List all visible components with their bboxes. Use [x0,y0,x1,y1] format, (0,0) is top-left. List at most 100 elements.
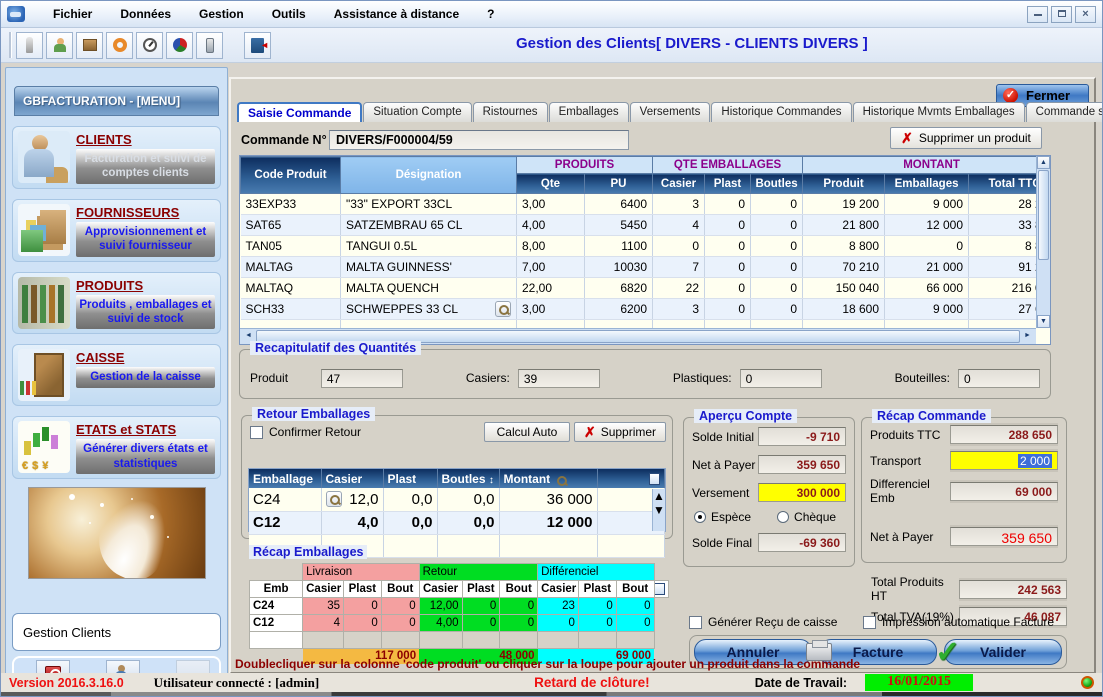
tab-historique-mvmts[interactable]: Historique Mvmts Emballages [853,102,1025,122]
cell-pu[interactable]: 1100 [585,236,653,257]
plastiques-total-field[interactable]: 0 [740,369,822,388]
cell-emballages[interactable]: 9 000 [885,194,969,215]
cell-dif-casier[interactable]: 23 [538,598,579,615]
cell-emballages[interactable]: 12 000 [885,215,969,236]
cell-boutles[interactable]: 0 [751,299,803,320]
cell-produit[interactable]: 8 800 [803,236,885,257]
cell-emballages[interactable]: 66 000 [885,278,969,299]
close-button[interactable]: × [1075,6,1096,23]
menu-assistance[interactable]: Assistance à distance [320,4,473,24]
tab-commande-speciale[interactable]: Commande spéciale [1026,102,1103,122]
table-row[interactable]: C24 12,0 0,0 0,0 36 000 [249,488,665,511]
espece-radio[interactable]: Espèce [694,510,751,524]
sidebar-item-clients[interactable]: CLIENTS Facturation et suivi de comptes … [12,126,221,189]
cell-designation[interactable]: TANGUI 0.5L [341,236,517,257]
cell-designation[interactable]: "33" EXPORT 33CL [341,194,517,215]
col-total-ttc[interactable]: Total TTC [969,174,1036,194]
cell-code[interactable]: TAN05 [241,236,341,257]
supprimer-produit-button[interactable]: ✗ Supprimer un produit [890,127,1042,149]
col-plast[interactable]: Plast [383,469,437,488]
cell-code[interactable]: 33EXP33 [241,194,341,215]
cell-liv-casier[interactable]: 4 [303,615,344,632]
cell-liv-plast[interactable]: 0 [343,615,381,632]
cell-produit[interactable]: 18 600 [803,299,885,320]
impression-auto-checkbox[interactable] [863,616,876,629]
confirmer-retour-checkbox[interactable] [250,426,263,439]
sidebar-item-etats[interactable]: €$¥ ETATS et STATS Générer divers états … [12,416,221,479]
cell-qte[interactable]: 4,00 [517,215,585,236]
col-code-produit[interactable]: Code Produit [241,157,341,194]
minimize-button[interactable] [1027,6,1048,23]
cell-casier[interactable]: 12,0 [321,488,383,511]
sidebar-item-caisse[interactable]: CAISSE Gestion de la caisse [12,344,221,406]
versement-input[interactable]: 300 000 [758,483,846,502]
cell-ret-plast[interactable]: 0 [462,598,500,615]
cell-produit[interactable]: 21 800 [803,215,885,236]
cell-emballages[interactable]: 21 000 [885,257,969,278]
col-boutles[interactable]: Boutles [751,174,803,194]
cell-dif-bout[interactable]: 0 [616,615,654,632]
cell-plast[interactable]: 0 [705,257,751,278]
scroll-thumb[interactable] [1038,170,1049,260]
col-casier[interactable]: Casier [321,469,383,488]
tab-situation-compte[interactable]: Situation Compte [363,102,471,122]
sidebar-item-produits[interactable]: PRODUITS Produits , emballages et suivi … [12,272,221,335]
cell-emballages[interactable]: 9 000 [885,299,969,320]
cell-qte[interactable]: 8,00 [517,236,585,257]
col-plast[interactable]: Plast [705,174,751,194]
cell-emb[interactable]: C24 [250,598,303,615]
cell-plast[interactable]: 0 [705,215,751,236]
cell-plast[interactable]: 0 [705,278,751,299]
cell-liv-bout[interactable]: 0 [381,598,419,615]
cell-ret-bout[interactable]: 0 [500,615,538,632]
sort-icon[interactable]: ↕ [489,475,494,486]
menu-fichier[interactable]: Fichier [39,4,106,24]
cell-code[interactable]: MALTAG [241,257,341,278]
cell-montant[interactable]: 36 000 [499,488,597,511]
cheque-radio[interactable]: Chèque [777,510,836,524]
toolbar-phone-button[interactable] [196,32,223,59]
table-row-empty[interactable] [250,632,669,649]
vertical-scrollbar[interactable]: ▲ ▼ [652,489,665,531]
menu-outils[interactable]: Outils [258,4,320,24]
generer-recu-checkbox[interactable] [689,616,702,629]
cell-liv-plast[interactable]: 0 [343,598,381,615]
search-icon[interactable] [554,473,566,485]
supprimer-retour-button[interactable]: ✗Supprimer [574,422,666,442]
cell-designation[interactable]: MALTA GUINNESS' [341,257,517,278]
menu-aide[interactable]: ? [473,4,508,24]
vertical-scrollbar[interactable]: ▲ ▼ [1036,156,1050,328]
cell-casier[interactable]: 3 [653,299,705,320]
cell-ret-bout[interactable]: 0 [500,598,538,615]
cell-produit[interactable]: 70 210 [803,257,885,278]
table-row[interactable]: C24 35 0 0 12,00 0 0 23 0 0 [250,598,669,615]
col-boutles[interactable]: Boutles ↕ [437,469,499,488]
toolbar-key-button[interactable] [16,32,43,59]
cell-ret-plast[interactable]: 0 [462,615,500,632]
cell-ret-casier[interactable]: 12,00 [419,598,462,615]
scroll-down-icon[interactable]: ▼ [653,503,665,517]
cell-boutles[interactable]: 0,0 [437,511,499,534]
col-produit[interactable]: Produit [803,174,885,194]
cell-total-ttc[interactable]: 27 600 [969,299,1036,320]
scroll-down-icon[interactable]: ▼ [1037,315,1050,328]
table-row[interactable]: MALTAG MALTA GUINNESS' 7,00 10030 7 0 0 … [241,257,1037,278]
cell-boutles[interactable]: 0 [751,236,803,257]
cell-total-ttc[interactable]: 216 040 [969,278,1036,299]
col-qte[interactable]: Qte [517,174,585,194]
menu-gestion[interactable]: Gestion [185,4,258,24]
cell-emballage[interactable]: C24 [249,488,321,511]
tab-historique-commandes[interactable]: Historique Commandes [711,102,851,122]
col-emballage[interactable]: Emballage [249,469,321,488]
cell-produit[interactable]: 19 200 [803,194,885,215]
cell-qte[interactable]: 3,00 [517,194,585,215]
bouteilles-total-field[interactable]: 0 [958,369,1040,388]
cell-emballages[interactable]: 0 [885,236,969,257]
cell-liv-casier[interactable]: 35 [303,598,344,615]
cell-total-ttc[interactable]: 8 800 [969,236,1036,257]
toolbar-clock-button[interactable] [136,32,163,59]
magnifier-icon[interactable] [326,491,342,507]
cell-qte[interactable]: 7,00 [517,257,585,278]
restore-button[interactable] [1051,6,1072,23]
cell-plast[interactable]: 0 [705,299,751,320]
